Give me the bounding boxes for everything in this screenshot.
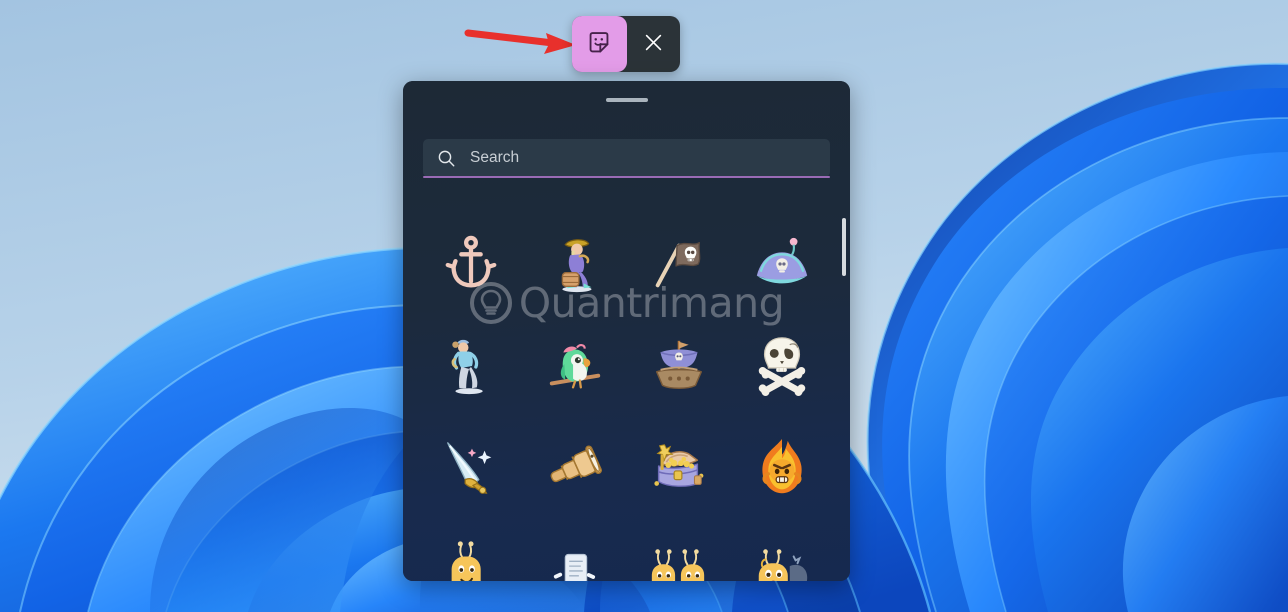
sticker-item[interactable] <box>419 213 523 315</box>
treasure-chest-icon <box>654 444 704 487</box>
sticker-icon <box>586 30 612 59</box>
sticker-item[interactable] <box>627 315 731 417</box>
sticker-item[interactable] <box>627 417 731 519</box>
sticker-item[interactable] <box>627 519 731 581</box>
bee-pair-icon <box>652 549 705 581</box>
sticker-item[interactable] <box>730 315 834 417</box>
bee-map-icon <box>451 541 481 581</box>
sticker-item[interactable] <box>523 315 627 417</box>
skull-crossbones-icon <box>758 337 806 397</box>
sticker-item[interactable] <box>627 213 731 315</box>
close-icon <box>645 34 662 54</box>
search-input[interactable] <box>456 139 830 177</box>
cutlass-icon <box>446 442 492 494</box>
sticker-grid <box>403 195 850 581</box>
search-accent-underline <box>423 176 830 178</box>
search-icon <box>437 149 456 168</box>
sticker-item[interactable] <box>419 315 523 417</box>
parrot-icon <box>549 344 600 389</box>
sticker-item[interactable] <box>730 213 834 315</box>
pirate-hook-icon <box>451 339 483 395</box>
sticker-grid-scrollbar-thumb[interactable] <box>842 218 846 276</box>
bee-party-icon <box>553 553 595 581</box>
sticker-item[interactable] <box>419 417 523 519</box>
anchor-icon <box>445 235 497 288</box>
sticker-item[interactable] <box>419 519 523 581</box>
desktop-screen: Quantrimang <box>0 0 1288 612</box>
sticker-item[interactable] <box>730 417 834 519</box>
sticker-item[interactable] <box>523 213 627 315</box>
pirate-captain-icon <box>561 239 592 293</box>
bee-scared-icon <box>758 549 808 581</box>
sticker-item[interactable] <box>730 519 834 581</box>
spyglass-icon <box>550 445 602 483</box>
angry-flame-icon <box>762 438 802 494</box>
sticker-item[interactable] <box>523 519 627 581</box>
pirate-hat-icon <box>756 237 808 284</box>
close-button[interactable] <box>627 16 680 72</box>
emoji-panel-toolbar <box>572 16 680 72</box>
pirate-flag-icon <box>656 242 701 288</box>
sticker-picker-panel: Quantrimang <box>403 81 850 581</box>
pirate-ship-icon <box>656 340 703 390</box>
panel-drag-handle[interactable] <box>605 98 648 102</box>
sticker-item[interactable] <box>523 417 627 519</box>
sticker-grid-scroll-area[interactable] <box>403 195 850 581</box>
search-field[interactable] <box>423 139 830 177</box>
sticker-button[interactable] <box>572 16 627 72</box>
